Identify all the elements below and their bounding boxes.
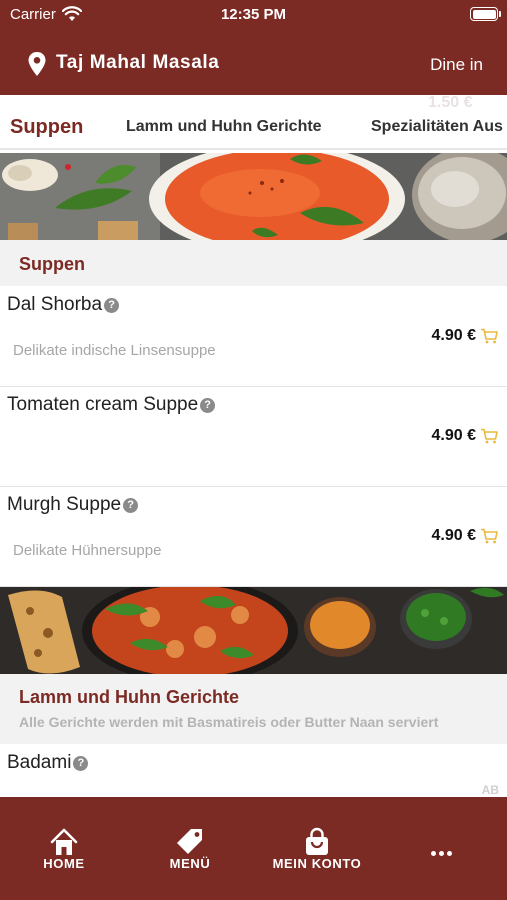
- category-tabs: Suppen Lamm und Huhn Gerichte Spezialitä…: [0, 108, 507, 150]
- status-bar: Carrier 12:35 PM: [0, 0, 507, 30]
- tab-suppen[interactable]: Suppen: [10, 116, 83, 139]
- item-description: Delikate Hühnersuppe: [13, 542, 162, 559]
- home-icon: [50, 828, 78, 855]
- section-header-suppen: Suppen: [0, 240, 507, 286]
- store-name[interactable]: Taj Mahal Masala: [56, 52, 219, 74]
- tab-spezialitaeten[interactable]: Spezialitäten Aus: [371, 118, 503, 136]
- bag-icon: [306, 827, 328, 855]
- cart-icon[interactable]: [480, 328, 498, 344]
- nav-menu[interactable]: MENÜ: [140, 797, 240, 900]
- battery-icon: [470, 7, 501, 21]
- soup-banner-image: [0, 153, 507, 240]
- info-icon[interactable]: ?: [200, 398, 216, 413]
- menu-item[interactable]: Badami?: [0, 745, 507, 805]
- more-icon[interactable]: [431, 843, 455, 861]
- item-description: Delikate indische Linsensuppe: [13, 342, 216, 359]
- bottom-navigation: HOME MENÜ MEIN KONTO: [0, 797, 507, 900]
- order-mode-toggle[interactable]: Dine in: [430, 55, 483, 75]
- location-pin-icon[interactable]: [28, 52, 46, 76]
- ab-badge: AB: [481, 783, 499, 797]
- item-name: Badami: [7, 752, 72, 773]
- item-name: Tomaten cream Suppe: [7, 394, 199, 415]
- top-bar: Carrier 12:35 PM Taj Mahal Masala Dine i…: [0, 0, 507, 95]
- app-header: Taj Mahal Masala Dine in: [0, 40, 507, 88]
- curry-banner-image: [0, 587, 507, 674]
- item-price: 4.90 €: [431, 327, 476, 344]
- nav-account[interactable]: MEIN KONTO: [263, 797, 371, 900]
- section-title: Lamm und Huhn Gerichte: [19, 687, 240, 707]
- nav-menu-label: MENÜ: [169, 856, 211, 871]
- tag-icon: [177, 829, 202, 854]
- item-price: 4.90 €: [431, 427, 476, 444]
- nav-home-label: HOME: [43, 856, 85, 871]
- section-title: Suppen: [19, 254, 85, 274]
- cart-icon[interactable]: [480, 428, 498, 444]
- app-screen: Carrier 12:35 PM Taj Mahal Masala Dine i…: [0, 0, 507, 900]
- info-icon[interactable]: ?: [104, 298, 120, 313]
- section-note: Alle Gerichte werden mit Basmatireis ode…: [19, 714, 439, 730]
- section-header-lamm-huhn: Lamm und Huhn Gerichte Alle Gerichte wer…: [0, 674, 507, 744]
- item-name: Dal Shorba: [7, 294, 103, 315]
- info-icon[interactable]: ?: [73, 756, 89, 771]
- info-icon[interactable]: ?: [123, 498, 139, 513]
- menu-item[interactable]: Dal Shorba? Delikate indische Linsensupp…: [0, 287, 507, 387]
- clock: 12:35 PM: [220, 6, 287, 23]
- tab-lamm-und-huhn[interactable]: Lamm und Huhn Gerichte: [126, 118, 322, 136]
- cart-icon[interactable]: [480, 528, 498, 544]
- nav-account-label: MEIN KONTO: [272, 856, 362, 871]
- item-name: Murgh Suppe: [7, 494, 122, 515]
- menu-item[interactable]: Murgh Suppe? Delikate Hühnersuppe 4.90 €: [0, 487, 507, 587]
- nav-home[interactable]: HOME: [14, 797, 114, 900]
- item-price: 4.90 €: [431, 527, 476, 544]
- menu-item[interactable]: Tomaten cream Suppe? 4.90 €: [0, 387, 507, 487]
